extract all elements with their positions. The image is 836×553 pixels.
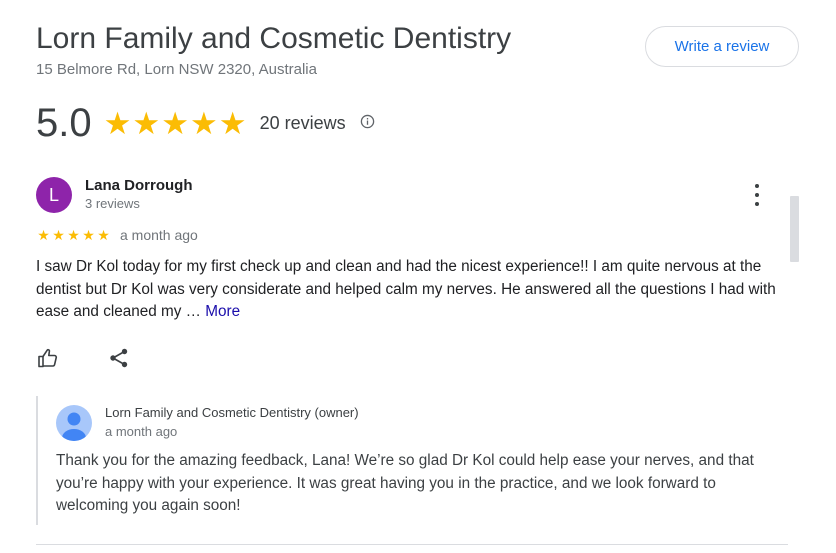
review-rating: ★ ★ ★ ★ ★ a month ago: [36, 226, 198, 244]
star-icon: ★: [190, 105, 218, 141]
owner-response-time: a month ago: [105, 424, 178, 439]
person-avatar-icon: [56, 405, 92, 441]
business-title: Lorn Family and Cosmetic Dentistry: [36, 22, 512, 55]
star-icon: ★: [82, 227, 95, 243]
rating-summary: 5.0 ★ ★ ★ ★ ★ 20 reviews: [36, 100, 375, 146]
more-vertical-icon[interactable]: [748, 184, 766, 206]
reviewer-name[interactable]: Lana Dorrough: [85, 177, 193, 194]
star-icon: ★: [67, 227, 80, 243]
star-icon: ★: [97, 227, 110, 243]
owner-name: Lorn Family and Cosmetic Dentistry (owne…: [105, 405, 359, 420]
star-icon: ★: [103, 105, 132, 141]
star-icon: ★: [37, 227, 50, 243]
review-count: 20 reviews: [259, 112, 346, 133]
owner-response-text: Thank you for the amazing feedback, Lana…: [56, 452, 754, 514]
info-icon[interactable]: [360, 114, 375, 129]
share-icon[interactable]: [108, 347, 130, 369]
write-review-button[interactable]: Write a review: [645, 26, 799, 67]
thumbs-up-icon[interactable]: [36, 346, 60, 370]
review-time: a month ago: [120, 227, 198, 243]
rating-stars: ★ ★ ★ ★ ★: [104, 108, 247, 139]
review-body: I saw Dr Kol today for my first check up…: [36, 258, 776, 320]
rating-value: 5.0: [36, 101, 92, 145]
owner-response-divider: [36, 396, 38, 525]
business-address: 15 Belmore Rd, Lorn NSW 2320, Australia: [36, 61, 317, 78]
avatar[interactable]: L: [36, 177, 72, 213]
star-icon: ★: [52, 227, 65, 243]
star-icon: ★: [132, 105, 161, 141]
reviewer-review-count: 3 reviews: [85, 196, 140, 211]
review-divider: [36, 544, 788, 545]
more-link[interactable]: More: [205, 303, 240, 320]
star-icon: ★: [218, 105, 247, 141]
star-icon: ★: [161, 105, 189, 141]
review-stars: ★ ★ ★ ★ ★: [36, 228, 111, 242]
scrollbar-thumb[interactable]: [790, 196, 799, 262]
review-text: I saw Dr Kol today for my first check up…: [36, 256, 776, 324]
